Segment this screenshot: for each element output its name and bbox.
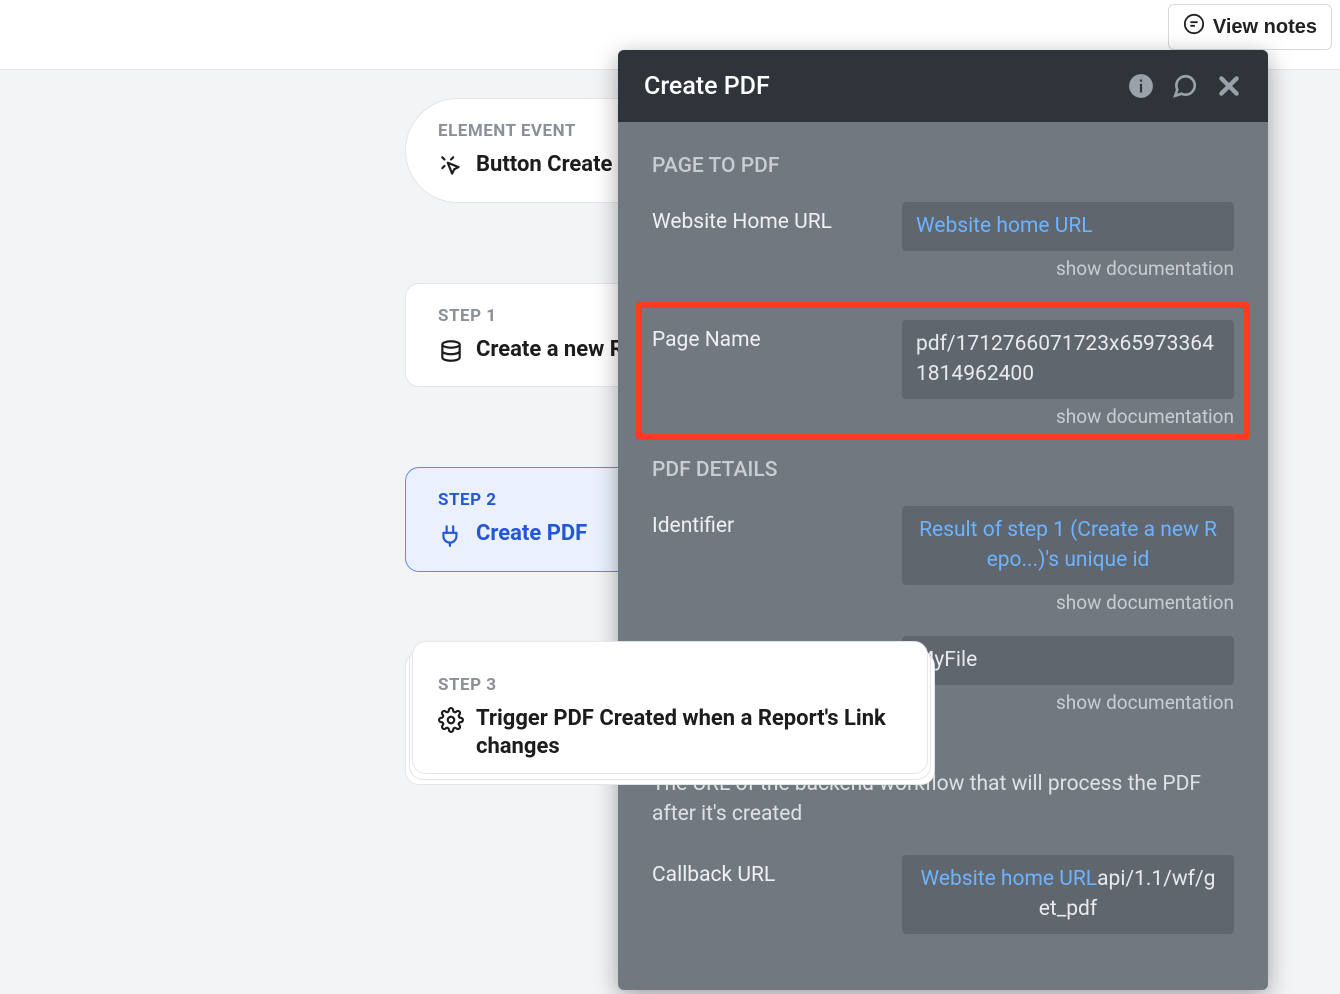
field-label: Callback URL <box>652 855 882 887</box>
show-documentation-link[interactable]: show documentation <box>652 591 1234 614</box>
info-icon[interactable] <box>1128 73 1154 99</box>
click-icon <box>438 153 464 179</box>
panel-body: PAGE TO PDF Website Home URL Website hom… <box>618 122 1268 934</box>
field-identifier: Identifier Result of step 1 (Create a ne… <box>652 506 1234 585</box>
field-value[interactable]: Website home URL <box>902 202 1234 251</box>
step-label: STEP 3 <box>438 675 902 695</box>
field-value[interactable]: Website home URLapi/1.1/wf/get_pdf <box>902 855 1234 934</box>
database-icon <box>438 338 464 364</box>
show-documentation-link[interactable]: show documentation <box>652 257 1234 280</box>
field-label: Page Name <box>652 320 882 352</box>
field-value[interactable]: pdf/1712766071723x659733641814962400 <box>902 320 1234 399</box>
view-notes-button[interactable]: View notes <box>1168 4 1332 50</box>
field-value[interactable]: Result of step 1 (Create a new Repo...)'… <box>902 506 1234 585</box>
show-documentation-link[interactable]: show documentation <box>652 405 1234 428</box>
gear-icon <box>438 707 464 733</box>
panel-header[interactable]: Create PDF <box>618 50 1268 122</box>
section-heading-pdf-details: PDF DETAILS <box>652 458 1234 482</box>
dynamic-expression[interactable]: Website home URL <box>916 214 1093 238</box>
step-card-3[interactable]: STEP 3 Trigger PDF Created when a Report… <box>405 652 935 785</box>
plugin-icon <box>438 522 464 548</box>
field-page-name: Page Name pdf/1712766071723x659733641814… <box>652 320 1234 399</box>
dynamic-expression[interactable]: Result of step 1 (Create a new Repo...)'… <box>919 518 1217 571</box>
view-notes-label: View notes <box>1213 16 1317 39</box>
field-label: Identifier <box>652 506 882 538</box>
step-title: Trigger PDF Created when a Report's Link… <box>476 705 902 762</box>
step-title: Create PDF <box>476 520 587 549</box>
comment-icon[interactable] <box>1172 73 1198 99</box>
panel-title: Create PDF <box>644 72 1128 101</box>
note-icon <box>1183 13 1205 41</box>
dynamic-expression[interactable]: Website home URL <box>921 867 1098 891</box>
field-label: Website Home URL <box>652 202 882 234</box>
field-callback-url: Callback URL Website home URLapi/1.1/wf/… <box>652 855 1234 934</box>
section-heading-page-to-pdf: PAGE TO PDF <box>652 154 1234 178</box>
field-website-home-url: Website Home URL Website home URL <box>652 202 1234 251</box>
properties-panel: Create PDF PAGE TO PDF Website Home URL … <box>618 50 1268 990</box>
close-icon[interactable] <box>1216 73 1242 99</box>
field-value[interactable]: MyFile <box>902 636 1234 685</box>
highlight-annotation: Page Name pdf/1712766071723x659733641814… <box>636 302 1250 440</box>
